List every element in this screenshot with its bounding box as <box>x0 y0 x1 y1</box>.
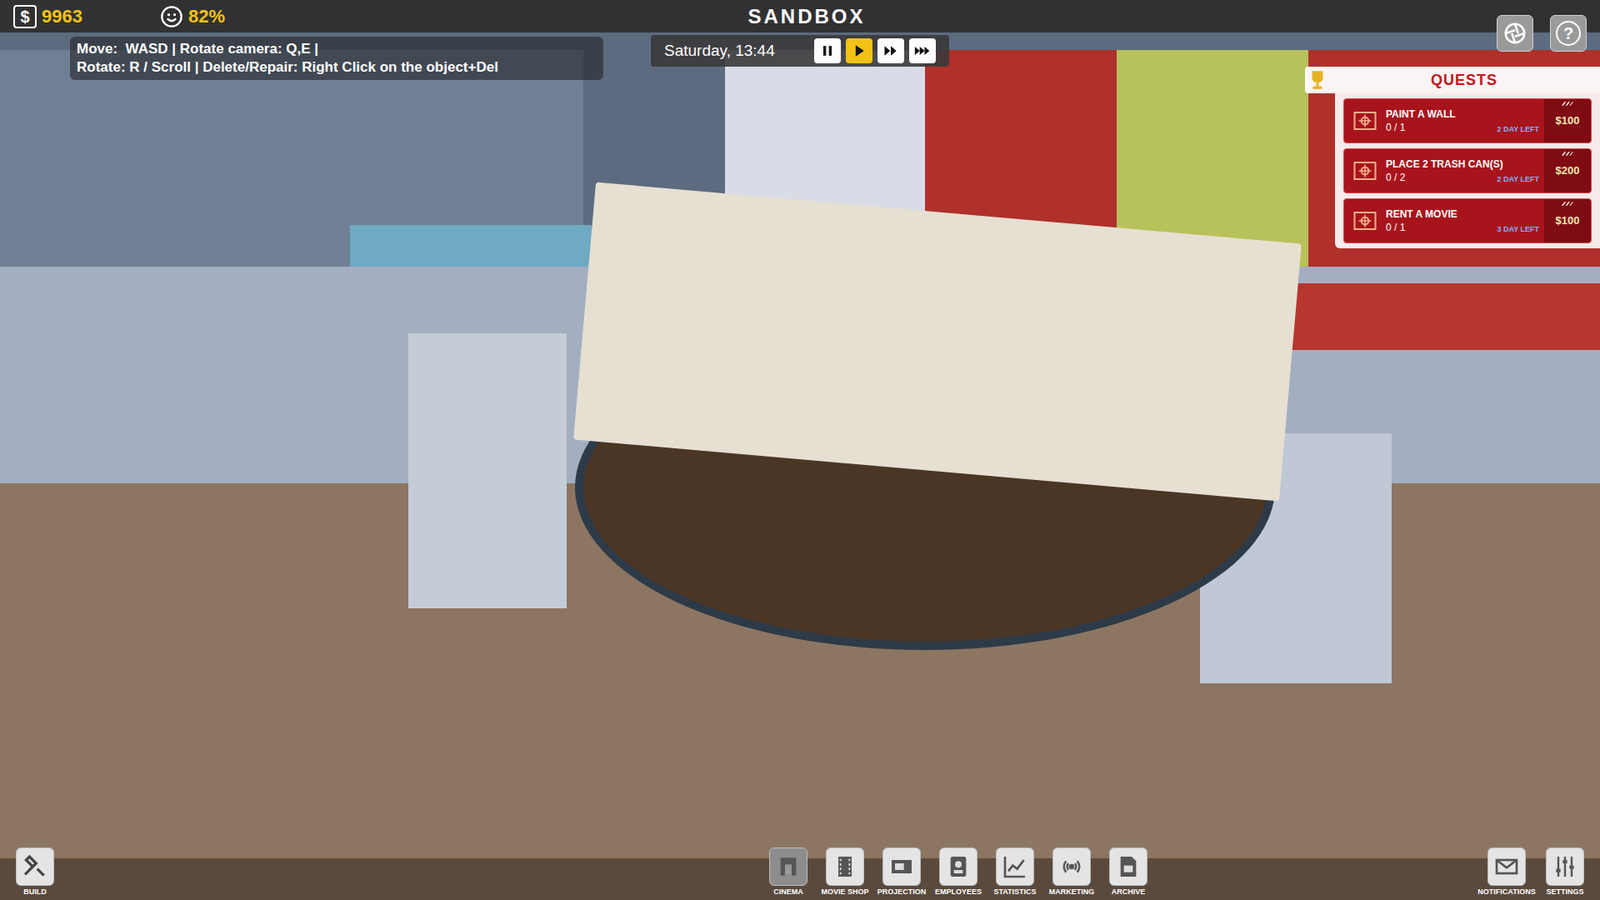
quest-time-left: 2 DAY LEFT <box>1496 120 1540 135</box>
toolbar-label: PROJECTION <box>877 887 927 897</box>
target-icon <box>1349 158 1381 184</box>
happiness-display: 82% <box>160 2 225 30</box>
quest-title: PLACE 2 TRASH CAN(S) <box>1385 157 1545 171</box>
film-icon <box>831 853 859 880</box>
toolbar-label: NOTIFICATIONS <box>1477 887 1535 897</box>
toolbar-label: BUILD <box>23 887 47 897</box>
speed-button[interactable] <box>845 38 873 64</box>
toolbar-button[interactable]: EMPLOYEES <box>930 847 987 897</box>
archive-icon <box>1115 853 1142 880</box>
quests-panel: QUESTSPAINT A WALL0 / 12 DAY LEFT$100PLA… <box>1305 66 1600 249</box>
quests-title: QUESTS <box>1328 69 1600 92</box>
toolbar-label: SETTINGS <box>1545 887 1584 897</box>
reward-amount: $100 <box>1555 214 1580 228</box>
target-icon <box>1349 208 1381 234</box>
employees-icon <box>945 853 972 880</box>
quest-time-left: 3 DAY LEFT <box>1496 220 1540 235</box>
settings-icon <box>1551 853 1579 880</box>
reward-amount: $200 <box>1555 164 1580 178</box>
toolbar-button[interactable]: MARKETING <box>1043 847 1100 897</box>
speed-button[interactable] <box>877 38 905 64</box>
toolbar-label: MOVIE SHOP <box>820 887 869 897</box>
toolbar-label: MARKETING <box>1049 887 1095 897</box>
quest-card[interactable]: PLACE 2 TRASH CAN(S)0 / 2 2 DAY LEFT $200 <box>1343 148 1592 194</box>
target-icon <box>1349 108 1381 134</box>
faster-icon <box>914 42 931 60</box>
toolbar-button[interactable]: CINEMA <box>760 847 817 897</box>
help-line: Rotate: R / Scroll | Delete/Repair: Righ… <box>76 58 597 77</box>
money-icon: $ <box>13 5 37 29</box>
quest-reward: $200 <box>1544 149 1591 193</box>
quest-progress: 0 / 2 <box>1385 170 1405 185</box>
toolbar-button[interactable]: STATISTICS <box>986 847 1044 897</box>
trophy-icon <box>1306 67 1329 93</box>
help-line: Move: WASD | Rotate camera: Q,E | <box>76 40 597 59</box>
reward-amount: $100 <box>1555 114 1580 128</box>
speed-button[interactable] <box>814 38 841 64</box>
speed-button[interactable] <box>909 38 936 64</box>
money-value: 9963 <box>41 2 83 30</box>
fast-icon <box>882 42 900 60</box>
toolbar-button[interactable]: PROJECTION <box>873 847 930 897</box>
quest-list: PAINT A WALL0 / 12 DAY LEFT$100PLACE 2 T… <box>1335 93 1600 249</box>
quest-progress: 0 / 1 <box>1385 120 1405 135</box>
bottom-toolbar: BUILD CINEMA MOVIE SHOP PROJECTION EMPLOYEES… <box>0 840 1600 900</box>
mail-icon <box>1493 853 1520 880</box>
toolbar-button[interactable]: MOVIE SHOP <box>816 847 874 897</box>
quest-title: PAINT A WALL <box>1385 107 1545 121</box>
marketing-icon <box>1058 853 1085 880</box>
toolbar-label: STATISTICS <box>993 887 1036 897</box>
play-icon <box>850 42 868 60</box>
quests-header: QUESTS <box>1305 66 1600 94</box>
quest-time-left: 2 DAY LEFT <box>1496 170 1540 185</box>
toolbar-label: EMPLOYEES <box>935 887 982 897</box>
toolbar-button[interactable]: SETTINGS <box>1541 847 1589 897</box>
quest-card[interactable]: RENT A MOVIE0 / 1 3 DAY LEFT $100 <box>1343 198 1592 244</box>
statistics-icon <box>1001 853 1029 880</box>
clapper-icon <box>1550 100 1585 113</box>
clock-panel: Saturday, 13:44 <box>650 35 950 67</box>
top-bar: $996382%SANDBOX? <box>0 0 1600 33</box>
mode-title: SANDBOX <box>748 1 866 32</box>
aperture-icon <box>1502 20 1528 46</box>
clapper-icon <box>1550 200 1585 213</box>
quest-title: RENT A MOVIE <box>1385 207 1545 221</box>
toolbar-button[interactable]: NOTIFICATIONS <box>1475 847 1539 897</box>
toolbar-label: ARCHIVE <box>1111 887 1146 897</box>
toolbar-button[interactable]: ARCHIVE <box>1100 847 1157 897</box>
toolbar-label: CINEMA <box>773 887 804 897</box>
happiness-value: 82% <box>188 2 225 30</box>
screenshot-button[interactable] <box>1496 15 1534 52</box>
toolbar-button[interactable]: BUILD <box>11 847 59 897</box>
clock-time: Saturday, 13:44 <box>664 39 810 64</box>
controls-help: Move: WASD | Rotate camera: Q,E |Rotate:… <box>70 36 604 80</box>
cinema-icon <box>775 853 802 880</box>
quest-reward: $100 <box>1544 99 1591 143</box>
help-button[interactable]: ? <box>1550 15 1587 52</box>
help-icon: ? <box>1555 20 1581 46</box>
projection-icon <box>888 853 915 880</box>
build-icon <box>21 853 49 880</box>
quest-card[interactable]: PAINT A WALL0 / 1 2 DAY LEFT $100 <box>1343 98 1592 144</box>
clapper-icon <box>1550 150 1585 163</box>
quest-progress: 0 / 1 <box>1385 220 1405 235</box>
money-display: $9963 <box>13 2 160 30</box>
pause-icon <box>819 42 836 60</box>
smiley-icon <box>160 5 184 29</box>
quest-reward: $100 <box>1544 199 1591 243</box>
